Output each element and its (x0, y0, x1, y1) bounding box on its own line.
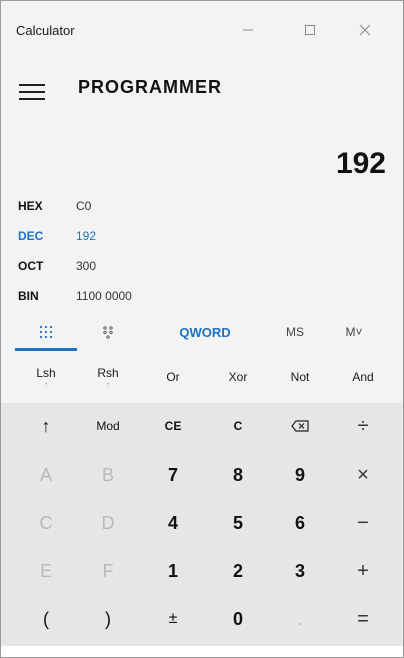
decimal-button[interactable]: . (269, 596, 331, 642)
op-label: Rsh (97, 365, 119, 380)
op-label: And (352, 370, 374, 384)
digit-8-button[interactable]: 8 (207, 452, 269, 498)
bit-toggle-icon (103, 326, 113, 339)
calculator-header: PROGRAMMER 192 HEX C0 DEC 192 OCT 300 BIN 11… (1, 45, 403, 313)
radix-label: HEX (18, 199, 43, 213)
equals-button[interactable]: = (332, 596, 394, 642)
radix-value: 1100 0000 (76, 289, 132, 303)
lsh-button[interactable]: Lsh ↑ (15, 351, 77, 403)
tab-bit-toggle[interactable] (77, 313, 139, 351)
digit-9-button[interactable]: 9 (269, 452, 331, 498)
hex-a-button[interactable]: A (15, 452, 77, 498)
negate-button[interactable]: ± (142, 596, 204, 642)
not-button[interactable]: Not (269, 351, 331, 403)
clear-button[interactable]: C (207, 403, 269, 449)
window-bottom-edge (1, 646, 403, 657)
rsh-button[interactable]: Rsh ↑ (77, 351, 139, 403)
multiply-button[interactable]: × (332, 452, 394, 498)
radix-label: BIN (18, 289, 39, 303)
digit-5-button[interactable]: 5 (207, 500, 269, 546)
word-size-toggle[interactable]: QWORD (161, 313, 249, 351)
digit-0-button[interactable]: 0 (207, 596, 269, 642)
digit-7-button[interactable]: 7 (142, 452, 204, 498)
radix-dec[interactable]: DEC 192 (18, 229, 96, 243)
radix-label: DEC (18, 229, 44, 243)
keypad-tab-bar: QWORD MS M˅ (1, 313, 403, 351)
radix-oct[interactable]: OCT 300 (18, 259, 96, 273)
radix-label: OCT (18, 259, 44, 273)
calculator-window: Calculator PROGRAMMER 192 HEX C0 DEC 192 O… (0, 0, 404, 658)
backspace-button[interactable] (269, 403, 331, 449)
close-paren-button[interactable]: ) (77, 596, 139, 642)
tab-full-keypad[interactable] (15, 313, 77, 351)
title-bar: Calculator (1, 1, 403, 45)
hex-f-button[interactable]: F (77, 548, 139, 594)
shift-button[interactable]: ↑ (15, 403, 77, 449)
digit-2-button[interactable]: 2 (207, 548, 269, 594)
op-label: Xor (228, 370, 248, 384)
digit-4-button[interactable]: 4 (142, 500, 204, 546)
open-paren-button[interactable]: ( (15, 596, 77, 642)
mod-button[interactable]: Mod (77, 403, 139, 449)
divide-button[interactable]: ÷ (332, 403, 394, 449)
bitwise-operator-row: Lsh ↑ Rsh ↑ Or Xor Not And (1, 351, 403, 403)
up-arrow-icon: ↑ (106, 379, 110, 389)
xor-button[interactable]: Xor (207, 351, 269, 403)
op-label: Lsh (36, 365, 56, 380)
radix-bin[interactable]: BIN 1100 0000 (18, 289, 132, 303)
minimize-icon (243, 29, 253, 31)
backspace-icon (291, 420, 309, 432)
close-icon (359, 24, 371, 36)
subtract-button[interactable]: − (332, 500, 394, 546)
maximize-button[interactable] (287, 15, 333, 45)
radix-value: 300 (76, 259, 97, 273)
op-label: Or (166, 370, 180, 384)
hex-e-button[interactable]: E (15, 548, 77, 594)
op-label: Not (290, 370, 310, 384)
minimize-button[interactable] (225, 15, 271, 45)
mode-title: PROGRAMMER (78, 77, 222, 97)
digit-6-button[interactable]: 6 (269, 500, 331, 546)
digit-3-button[interactable]: 3 (269, 548, 331, 594)
memory-store-button[interactable]: MS (271, 313, 319, 351)
hex-d-button[interactable]: D (77, 500, 139, 546)
maximize-icon (305, 25, 315, 35)
keypad: ↑ Mod CE C ÷ A B 7 8 9 × C D 4 5 6 − E F… (1, 403, 403, 646)
keypad-icon (39, 325, 53, 339)
digit-1-button[interactable]: 1 (142, 548, 204, 594)
result-display: 192 (335, 147, 386, 180)
radix-value: 192 (76, 229, 97, 243)
radix-value: C0 (76, 199, 92, 213)
memory-view-button[interactable]: M˅ (329, 313, 379, 351)
close-button[interactable] (342, 15, 388, 45)
up-arrow-icon: ↑ (44, 379, 48, 389)
and-button[interactable]: And (332, 351, 394, 403)
window-title: Calculator (16, 23, 75, 38)
hex-b-button[interactable]: B (77, 452, 139, 498)
hamburger-menu-icon[interactable] (17, 81, 47, 103)
clear-entry-button[interactable]: CE (142, 403, 204, 449)
or-button[interactable]: Or (142, 351, 204, 403)
radix-hex[interactable]: HEX C0 (18, 199, 91, 213)
add-button[interactable]: + (332, 548, 394, 594)
hex-c-button[interactable]: C (15, 500, 77, 546)
